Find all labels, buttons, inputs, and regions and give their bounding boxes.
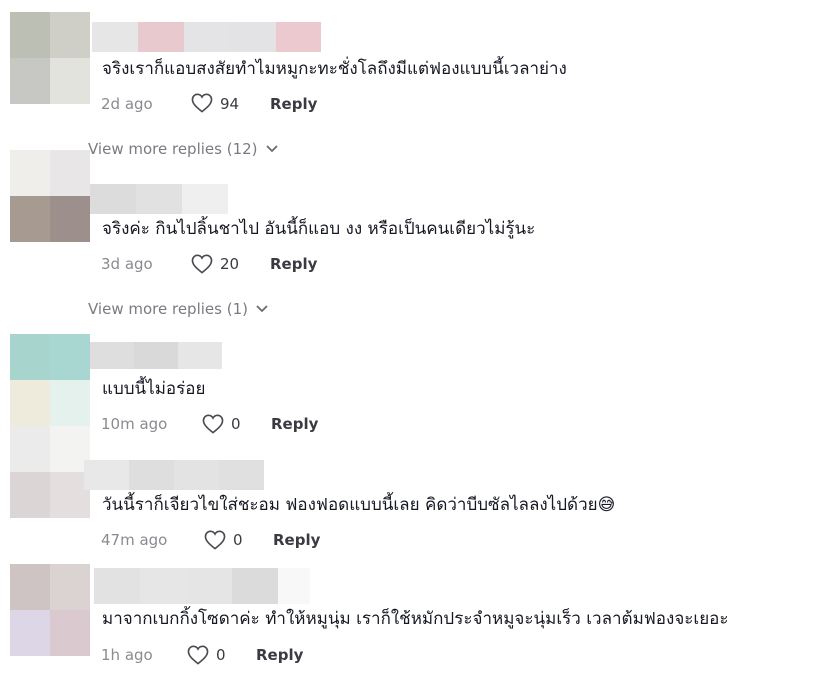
chevron-down-icon bbox=[265, 145, 278, 153]
comment-time: 3d ago bbox=[101, 255, 153, 273]
username-redacted[interactable] bbox=[94, 568, 310, 604]
username-redacted[interactable] bbox=[90, 342, 222, 369]
comment-text: จริงค่ะ กินไปลิ้นชาไป อันนี้ก็แอบ งง หรื… bbox=[102, 219, 536, 239]
comment-time: 10m ago bbox=[101, 415, 168, 433]
username-redacted[interactable] bbox=[90, 184, 228, 214]
reply-button[interactable]: Reply bbox=[270, 95, 317, 113]
avatar[interactable] bbox=[10, 334, 90, 426]
heart-icon[interactable] bbox=[202, 414, 224, 434]
view-more-label: View more replies (1) bbox=[88, 300, 248, 318]
comment-time: 1h ago bbox=[101, 646, 153, 664]
comment-time: 2d ago bbox=[101, 95, 153, 113]
comment-text: จริงเราก็แอบสงสัยทำไมหมูกะทะชั่งโลถึงมีแ… bbox=[102, 59, 567, 79]
like-count: 94 bbox=[220, 95, 240, 113]
like-count: 0 bbox=[231, 415, 241, 433]
heart-icon[interactable] bbox=[204, 530, 226, 550]
comment-time: 47m ago bbox=[101, 531, 168, 549]
avatar[interactable] bbox=[10, 426, 90, 518]
comment-text: แบบนี้ไม่อร่อย bbox=[102, 379, 206, 399]
username-redacted[interactable] bbox=[92, 22, 321, 52]
avatar[interactable] bbox=[10, 564, 90, 656]
chevron-down-icon bbox=[256, 305, 268, 313]
like-count: 0 bbox=[216, 646, 226, 664]
like-count: 20 bbox=[220, 255, 240, 273]
reply-button[interactable]: Reply bbox=[270, 255, 317, 273]
avatar[interactable] bbox=[10, 150, 90, 242]
view-more-replies[interactable]: View more replies (1) bbox=[88, 300, 268, 318]
comment-text: มาจากเบกกิ้งโซดาค่ะ ทำให้หมูนุ่ม เราก็ใช… bbox=[102, 609, 729, 629]
reply-button[interactable]: Reply bbox=[256, 646, 303, 664]
heart-icon[interactable] bbox=[191, 254, 213, 274]
view-more-label: View more replies (12) bbox=[88, 140, 258, 158]
avatar[interactable] bbox=[10, 12, 90, 104]
comment-text: วันนี้ราก็เจียวไขใส่ชะอม ฟองฟอดแบบนี้เลย… bbox=[102, 495, 616, 515]
like-count: 0 bbox=[233, 531, 243, 549]
reply-button[interactable]: Reply bbox=[273, 531, 320, 549]
view-more-replies[interactable]: View more replies (12) bbox=[88, 140, 278, 158]
username-redacted[interactable] bbox=[84, 460, 264, 490]
reply-button[interactable]: Reply bbox=[271, 415, 318, 433]
heart-icon[interactable] bbox=[191, 93, 213, 113]
heart-icon[interactable] bbox=[187, 645, 209, 665]
